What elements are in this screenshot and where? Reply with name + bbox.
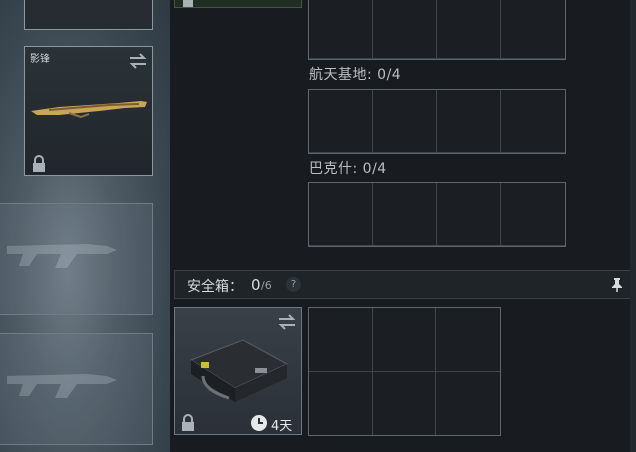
help-icon[interactable]: ? bbox=[286, 277, 301, 292]
weapon-card-yingfeng[interactable]: 影锋 bbox=[24, 46, 153, 176]
lock-icon bbox=[183, 0, 193, 7]
grid-cell[interactable] bbox=[373, 90, 437, 153]
safe-box-duration: 4天 bbox=[271, 419, 293, 434]
scrollbar[interactable] bbox=[630, 0, 636, 452]
rifle-silhouette-icon bbox=[7, 374, 117, 398]
safe-box-header: 安全箱： 0 /6 ? bbox=[174, 270, 631, 299]
swap-icon[interactable] bbox=[277, 314, 297, 330]
gun-image-icon bbox=[31, 101, 147, 119]
safe-box-capacity: /6 bbox=[261, 279, 272, 292]
grid-cell[interactable] bbox=[501, 90, 565, 153]
grid-cell[interactable] bbox=[309, 0, 373, 59]
grid-cell[interactable] bbox=[437, 183, 501, 246]
grid-cell[interactable] bbox=[436, 371, 500, 435]
pin-icon[interactable] bbox=[611, 277, 623, 293]
weapon-card-top[interactable] bbox=[24, 0, 153, 30]
safe-box-count: 0 bbox=[251, 276, 261, 294]
grid-cell[interactable] bbox=[309, 371, 373, 435]
safe-box-item-card[interactable]: 4天 bbox=[174, 307, 302, 435]
grid-cell[interactable] bbox=[309, 308, 373, 372]
storage-grid-aerospace[interactable] bbox=[308, 89, 566, 154]
rifle-silhouette-icon bbox=[7, 244, 117, 268]
grid-cell[interactable] bbox=[309, 90, 373, 153]
grid-cell[interactable] bbox=[309, 183, 373, 246]
storage-grid-bakhsh[interactable] bbox=[308, 182, 566, 247]
empty-weapon-slot-1[interactable] bbox=[0, 203, 153, 315]
grid-cell[interactable] bbox=[501, 183, 565, 246]
safe-box-label: 安全箱： bbox=[187, 279, 243, 295]
swap-icon[interactable] bbox=[128, 53, 148, 69]
grid-cell[interactable] bbox=[373, 0, 437, 59]
clock-icon bbox=[251, 415, 267, 431]
item-slot-top[interactable] bbox=[174, 0, 302, 8]
grid-cell[interactable] bbox=[372, 371, 437, 435]
grid-cell[interactable] bbox=[372, 308, 437, 372]
lock-icon bbox=[182, 414, 194, 431]
storage-grid-1[interactable] bbox=[308, 0, 566, 60]
grid-cell[interactable] bbox=[437, 90, 501, 153]
lock-icon bbox=[33, 155, 45, 172]
weapon-name: 影锋 bbox=[30, 54, 50, 65]
safe-box-grid[interactable] bbox=[308, 307, 501, 436]
grid-cell[interactable] bbox=[501, 0, 565, 59]
grid-cell[interactable] bbox=[437, 0, 501, 59]
grid-cell[interactable] bbox=[373, 183, 437, 246]
grid-cell[interactable] bbox=[436, 308, 500, 372]
section-label-bakhsh: 巴克什: 0/4 bbox=[309, 161, 387, 177]
section-label-aerospace: 航天基地: 0/4 bbox=[309, 67, 402, 83]
empty-weapon-slot-2[interactable] bbox=[0, 333, 153, 445]
secure-case-image-icon bbox=[189, 339, 289, 402]
